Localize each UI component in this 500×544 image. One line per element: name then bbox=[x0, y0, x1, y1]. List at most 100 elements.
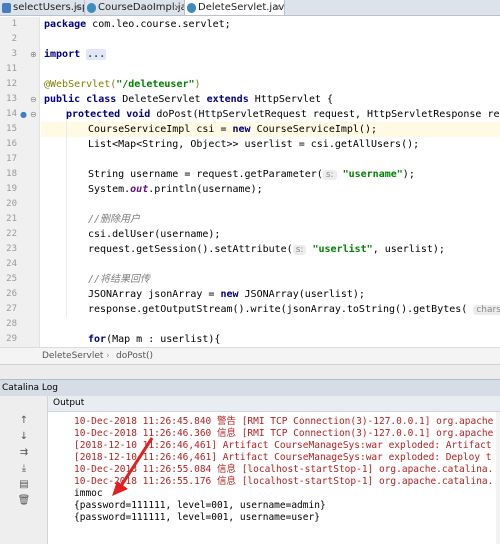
breadcrumb-class[interactable]: DeleteServlet bbox=[42, 348, 103, 364]
java-class-icon bbox=[87, 3, 96, 13]
line-number: 25 bbox=[6, 274, 17, 284]
line-number: 19 bbox=[6, 184, 17, 194]
line-number-gutter: 1 2 3 11 12 13 14 15 16 17 18 19 20 21 2… bbox=[0, 17, 40, 347]
fold-icon[interactable]: ⊖ bbox=[30, 107, 37, 122]
log-scrollbar[interactable] bbox=[496, 412, 500, 544]
print-icon[interactable]: ▤ bbox=[15, 478, 33, 492]
code-line: package com.leo.course.servlet; bbox=[44, 17, 231, 32]
log-line: 10-Dec-2018 11:26:55.176 信息 [localhost-s… bbox=[74, 476, 494, 487]
close-icon[interactable]: × bbox=[173, 0, 181, 15]
log-line: immoc bbox=[74, 488, 103, 499]
code-text: , userlist); bbox=[372, 244, 445, 255]
tool-window-header: Catalina Log bbox=[0, 379, 500, 396]
code-comment: //删除用户 bbox=[88, 214, 141, 225]
output-header: Output bbox=[48, 396, 500, 412]
tab-label: DeleteServlet.java bbox=[198, 2, 285, 13]
indent-guide bbox=[66, 107, 67, 317]
keyword: import bbox=[44, 49, 81, 60]
line-number: 12 bbox=[6, 79, 17, 89]
folded-imports[interactable]: ... bbox=[86, 49, 107, 60]
tab-deleteservlet-java[interactable]: DeleteServlet.java × bbox=[185, 0, 285, 15]
log-line: 10-Dec-2018 11:26:46.360 信息 [RMI TCP Con… bbox=[74, 428, 494, 439]
line-number: 27 bbox=[6, 304, 17, 314]
log-line: {password=111111, level=001, username=ad… bbox=[74, 500, 326, 511]
tab-coursedaoimpl-java[interactable]: CourseDaoImpl.java × bbox=[85, 0, 185, 15]
java-class-icon bbox=[187, 3, 196, 13]
log-line: {password=111111, level=001, username=us… bbox=[74, 512, 320, 523]
editor-tab-bar: selectUsers.jsp × CourseDaoImpl.java × D… bbox=[0, 0, 500, 16]
keyword: new bbox=[220, 289, 239, 300]
line-number: 23 bbox=[6, 244, 17, 254]
line-number: 15 bbox=[6, 124, 17, 134]
code-line: public class DeleteServlet extends HttpS… bbox=[44, 92, 333, 107]
line-number: 1 bbox=[11, 19, 17, 29]
keyword: void bbox=[126, 109, 151, 120]
breadcrumb-separator: › bbox=[106, 351, 110, 361]
line-number: 17 bbox=[6, 154, 17, 164]
code-line: request.getSession().setAttribute(s: "us… bbox=[88, 242, 445, 257]
line-number: 24 bbox=[6, 259, 17, 269]
log-line: [2018-12-10 11:26:46,461] Artifact Cours… bbox=[74, 440, 492, 451]
keyword: new bbox=[232, 124, 251, 135]
code-line: CourseServiceImpl csi = new CourseServic… bbox=[88, 122, 377, 137]
string-literal: "userlist" bbox=[312, 244, 373, 255]
parameter-hint: s: bbox=[292, 245, 307, 255]
keyword: package bbox=[44, 19, 87, 30]
code-text: doPost(HttpServletRequest request, HttpS… bbox=[150, 109, 500, 120]
code-line: System.out.println(username); bbox=[88, 182, 263, 197]
output-label[interactable]: Output bbox=[53, 396, 84, 411]
scroll-down-icon[interactable]: ↓ bbox=[15, 430, 33, 444]
line-number: 20 bbox=[6, 199, 17, 209]
code-line: String username = request.getParameter(s… bbox=[88, 167, 415, 182]
code-line: @WebServlet("/deleteuser") bbox=[44, 77, 201, 92]
scroll-up-icon[interactable]: ↑ bbox=[15, 414, 33, 428]
fold-icon[interactable]: ⊕ bbox=[30, 47, 37, 62]
fold-icon[interactable]: ⊖ bbox=[30, 92, 37, 107]
tool-window-title[interactable]: Catalina Log bbox=[0, 380, 58, 396]
code-text: String username = request.getParameter( bbox=[88, 169, 323, 180]
code-line: csi.delUser(username); bbox=[88, 229, 221, 240]
code-editor[interactable]: 1 2 3 11 12 13 14 15 16 17 18 19 20 21 2… bbox=[0, 17, 500, 347]
keyword: class bbox=[86, 94, 117, 105]
tab-label: CourseDaoImpl.java bbox=[98, 2, 184, 13]
code-text: com.leo.course.servlet; bbox=[86, 19, 231, 30]
breadcrumb: DeleteServlet › doPost() bbox=[0, 347, 500, 364]
line-number: 18 bbox=[6, 169, 17, 179]
close-icon[interactable]: × bbox=[73, 0, 81, 15]
code-text: ); bbox=[402, 169, 415, 180]
keyword: public bbox=[44, 94, 81, 105]
log-output[interactable]: 10-Dec-2018 11:26:45.840 警告 [RMI TCP Con… bbox=[48, 412, 500, 544]
code-text: request.getSession().setAttribute( bbox=[88, 244, 293, 255]
scroll-to-end-icon[interactable]: ⤓ bbox=[15, 462, 33, 476]
clear-icon[interactable]: 🗑 bbox=[15, 494, 33, 508]
line-number: 11 bbox=[6, 64, 17, 74]
breadcrumb-method[interactable]: doPost() bbox=[116, 348, 153, 364]
code-line: protected void doPost(HttpServletRequest… bbox=[66, 107, 500, 122]
log-line: 10-Dec-2018 11:26:45.840 警告 [RMI TCP Con… bbox=[74, 416, 494, 427]
line-number: 21 bbox=[6, 214, 17, 224]
keyword: protected bbox=[66, 109, 121, 120]
code-text: .println(username); bbox=[148, 184, 263, 195]
log-toolbar: ↑ ↓ ⇉ ⤓ ▤ 🗑 bbox=[0, 396, 48, 544]
annotation: @WebServlet( bbox=[44, 79, 117, 90]
code-line: List<Map<String, Object>> userlist = csi… bbox=[88, 139, 420, 150]
soft-wrap-icon[interactable]: ⇉ bbox=[15, 446, 33, 460]
line-number: 29 bbox=[6, 334, 17, 344]
log-line: 10-Dec-2018 11:26:55.084 信息 [localhost-s… bbox=[74, 464, 494, 475]
tab-selectusers-jsp[interactable]: selectUsers.jsp × bbox=[0, 0, 85, 15]
parameter-hint: charsetN bbox=[473, 305, 500, 315]
close-icon[interactable]: × bbox=[273, 0, 281, 15]
code-comment: //将结果回传 bbox=[88, 274, 151, 285]
override-icon[interactable]: ● bbox=[20, 107, 27, 122]
line-number: 3 bbox=[11, 49, 17, 59]
editor-divider bbox=[0, 364, 500, 379]
parameter-hint: s: bbox=[322, 170, 337, 180]
annotation: ) bbox=[194, 79, 201, 90]
code-text: CourseServiceImpl csi = bbox=[88, 124, 233, 135]
log-line: [2018-12-10 11:26:46,461] Artifact Cours… bbox=[74, 452, 492, 463]
keyword: extends bbox=[206, 94, 249, 105]
code-text: DeleteServlet bbox=[116, 94, 207, 105]
line-number: 22 bbox=[6, 229, 17, 239]
code-text: JSONArray jsonArray = bbox=[88, 289, 221, 300]
jsp-file-icon bbox=[2, 3, 11, 13]
